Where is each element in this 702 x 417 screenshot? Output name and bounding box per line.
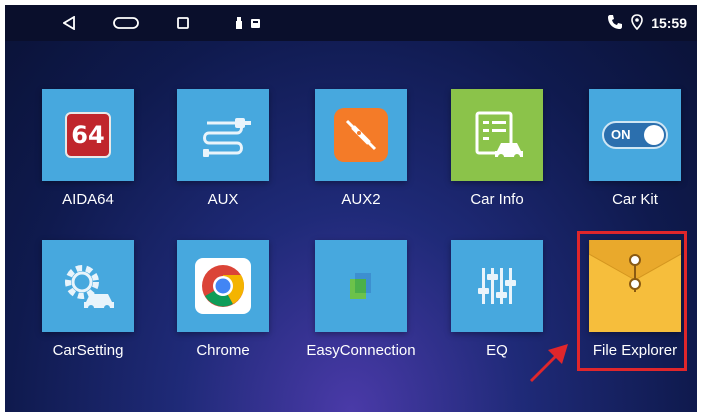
status-right: 15:59 — [607, 5, 687, 41]
app-label: EasyConnection — [306, 342, 416, 359]
aux-cable-icon — [177, 89, 269, 181]
app-aux[interactable]: AUX — [158, 89, 288, 208]
aux2-jack-icon — [315, 89, 407, 181]
recents-icon[interactable] — [173, 5, 193, 41]
car-kit-toggle-icon: ON — [589, 89, 681, 181]
app-chrome[interactable]: Chrome — [158, 240, 288, 359]
app-label: Car Info — [470, 191, 524, 208]
app-label: CarSetting — [52, 342, 124, 359]
app-label: AIDA64 — [62, 191, 114, 208]
app-aida64[interactable]: 64 AIDA64 — [23, 89, 153, 208]
easyconnection-icon — [315, 240, 407, 332]
toggle-on-text: ON — [611, 127, 631, 142]
home-icon[interactable] — [111, 5, 141, 41]
usb-icon — [233, 5, 245, 41]
app-label: Chrome — [196, 342, 250, 359]
launcher-screen: 15:59 64 AIDA64 AUX AUX2 Car Info ON Car… — [5, 5, 697, 412]
red-arrow-icon — [524, 338, 572, 391]
app-label: AUX — [207, 191, 239, 208]
aida64-icon: 64 — [42, 89, 134, 181]
highlight-box — [577, 231, 687, 371]
app-car-info[interactable]: Car Info — [432, 89, 562, 208]
aida64-logo-text: 64 — [71, 121, 105, 149]
eq-sliders-icon — [451, 240, 543, 332]
app-label: AUX2 — [341, 191, 381, 208]
status-bar: 15:59 — [5, 5, 697, 41]
clock: 15:59 — [651, 15, 687, 31]
toggle-knob — [644, 125, 664, 145]
app-aux2[interactable]: AUX2 — [296, 89, 426, 208]
app-car-kit[interactable]: ON Car Kit — [570, 89, 697, 208]
phone-icon — [607, 14, 623, 33]
app-easyconnection[interactable]: EasyConnection — [296, 240, 426, 359]
app-label: Car Kit — [612, 191, 658, 208]
chrome-icon — [177, 240, 269, 332]
sd-card-icon — [249, 5, 261, 41]
car-info-icon — [451, 89, 543, 181]
app-carsetting[interactable]: CarSetting — [23, 240, 153, 359]
car-setting-gear-icon — [42, 240, 134, 332]
back-icon[interactable] — [57, 5, 81, 41]
location-icon — [631, 13, 643, 33]
